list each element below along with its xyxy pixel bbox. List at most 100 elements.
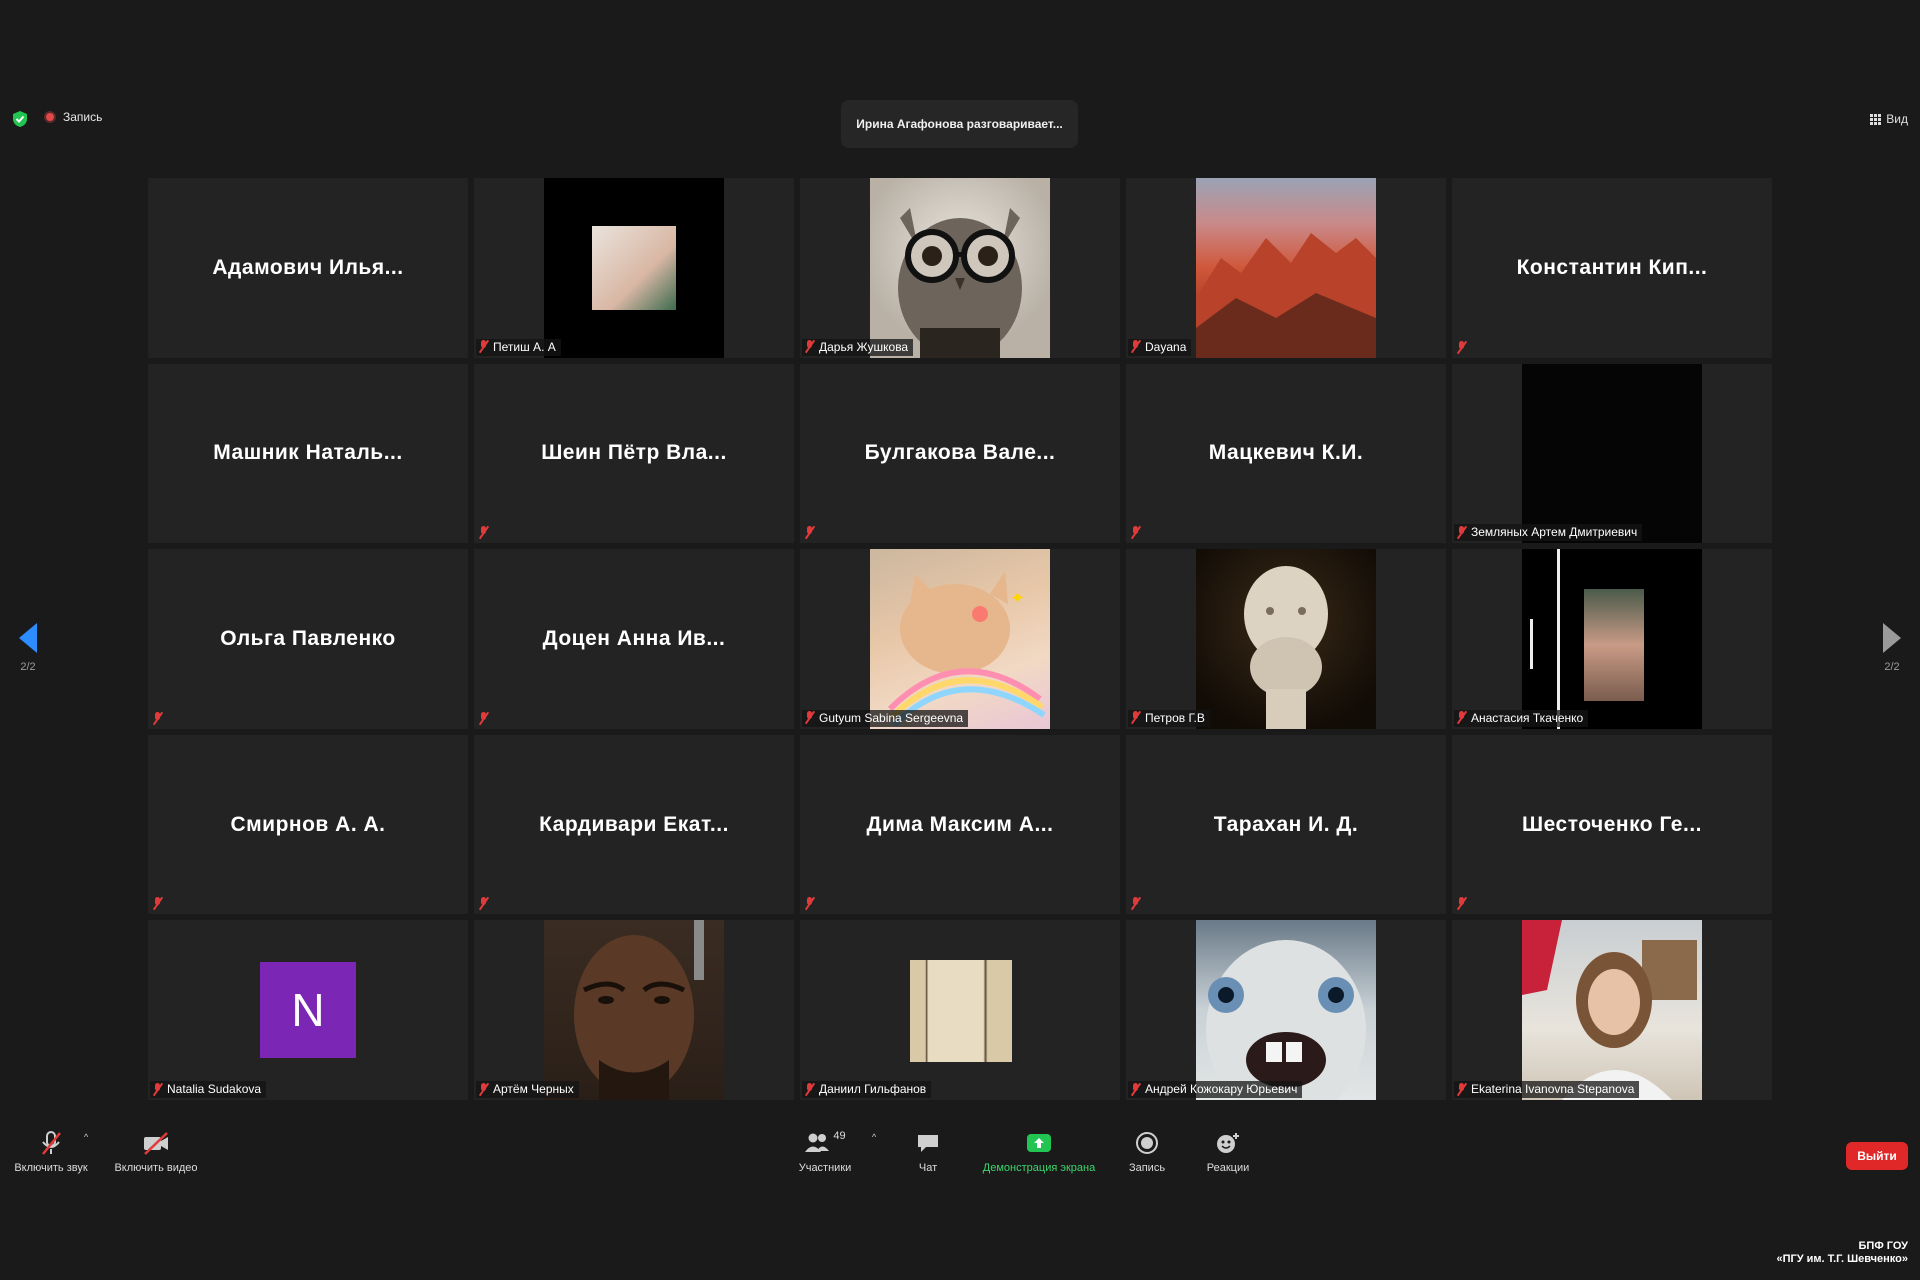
participant-label: Gutyum Sabina Sergeevna [802, 709, 969, 727]
participant-name: Константин Кип... [1516, 255, 1708, 279]
unmute-button[interactable]: Включить звук [10, 1130, 92, 1174]
participant-tile[interactable]: Дарья Жушкова [800, 178, 1120, 358]
participant-label: Петров Г.В [1128, 709, 1210, 727]
participant-label-text: Анастасия Ткаченко [1471, 710, 1584, 725]
participant-tile[interactable]: Дима Максим А... [800, 734, 1120, 915]
participant-tile[interactable]: Петров Г.В [1126, 549, 1446, 729]
view-button[interactable]: Вид [1870, 112, 1908, 126]
share-screen-button[interactable]: Демонстрация экрана [972, 1130, 1106, 1174]
participant-label-text: Земляных Артем Дмитриевич [1471, 525, 1638, 540]
participant-label: Даниил Гильфанов [802, 1081, 932, 1098]
participant-tile[interactable]: Ольга Павленко [148, 549, 468, 729]
participant-tile[interactable]: ✦ Gutyum Sabina Sergeevna [800, 549, 1120, 729]
participants-label: Участники [798, 1162, 852, 1174]
camera-off-icon [144, 1132, 168, 1155]
participant-tile[interactable]: Dayana [1126, 178, 1446, 358]
participant-tile[interactable]: Константин Кип... [1452, 178, 1772, 358]
microphone-off-icon [804, 1082, 815, 1096]
participant-tile[interactable]: Анастасия Ткаченко [1452, 549, 1772, 729]
participant-label: Анастасия Ткаченко [1454, 709, 1589, 727]
participant-tile[interactable]: Машник Наталь... [148, 363, 468, 544]
participant-name: Кардивари Екат... [539, 812, 729, 836]
rabbid-avatar-image [1206, 940, 1366, 1100]
participant-tile[interactable]: Артём Черных [474, 920, 794, 1100]
participant-tile[interactable]: Доцен Анна Ив... [474, 549, 794, 729]
participant-tile[interactable]: Земляных Артем Дмитриевич [1452, 363, 1772, 544]
avatar-letter: N [291, 984, 325, 1037]
active-speaker-banner: Ирина Агафонова разговаривает... [841, 100, 1078, 148]
participant-tile[interactable]: Шеин Пётр Вла... [474, 363, 794, 544]
participant-tile[interactable]: Мацкевич К.И. [1126, 363, 1446, 544]
audio-options-caret[interactable]: ^ [84, 1132, 88, 1142]
participant-tile[interactable]: Андрей Кожокару Юрьевич [1126, 920, 1446, 1100]
next-page-button[interactable]: 2/2 [1872, 623, 1912, 673]
participants-options-caret[interactable]: ^ [872, 1132, 876, 1142]
start-video-label: Включить видео [114, 1162, 198, 1174]
watermark-line2: «ПГУ им. Т.Г. Шевченко» [1776, 1253, 1908, 1265]
bust-avatar-image [1244, 566, 1328, 729]
participant-label [802, 896, 820, 912]
record-dot-icon [1136, 1132, 1158, 1154]
emoji-icon [1217, 1133, 1239, 1153]
participant-label-text: Петиш А. А [493, 339, 556, 354]
participants-button[interactable]: 49 Участники [788, 1130, 862, 1174]
participant-label [476, 525, 494, 541]
microphone-off-icon [1130, 1082, 1141, 1096]
participant-label: Ekaterina Ivanovna Stepanova [1454, 1081, 1640, 1098]
microphone-off-icon [1130, 526, 1141, 539]
participant-label [1128, 896, 1146, 912]
participant-tile[interactable]: Петиш А. А [474, 178, 794, 358]
participant-label-text: Артём Черных [493, 1082, 574, 1096]
reactions-label: Реакции [1206, 1162, 1250, 1174]
participant-label: Артём Черных [476, 1081, 579, 1098]
video-thumbnail [1584, 589, 1644, 702]
participant-tile[interactable]: N Natalia Sudakova [148, 920, 468, 1100]
reactions-button[interactable]: Реакции [1200, 1130, 1256, 1174]
participant-tile[interactable]: Булгакова Вале... [800, 363, 1120, 544]
participant-name: Мацкевич К.И. [1208, 441, 1364, 465]
participant-name: Смирнов А. А. [230, 812, 386, 836]
participant-tile[interactable]: Ekaterina Ivanovna Stepanova [1452, 920, 1772, 1100]
microphone-off-icon [1456, 1082, 1467, 1096]
microphone-off-icon [152, 711, 163, 725]
participant-video [1196, 178, 1376, 358]
participant-tile[interactable]: Шесточенко Ге... [1452, 734, 1772, 915]
video-gallery: Адамович Илья... Петиш А. А Дарья Жушков… [148, 178, 1772, 1100]
microphone-off-icon [1456, 711, 1467, 724]
participant-video [544, 920, 724, 1100]
participant-name: Адамович Илья... [212, 255, 404, 279]
shield-check-icon[interactable] [12, 110, 28, 128]
record-dot-icon [44, 111, 56, 123]
microphone-off-icon [804, 711, 815, 724]
participant-tile[interactable]: Смирнов А. А. [148, 734, 468, 915]
participant-tile[interactable]: Даниил Гильфанов [800, 920, 1120, 1100]
recording-label: Запись [63, 110, 103, 124]
participant-tile[interactable]: Адамович Илья... [148, 178, 468, 358]
chat-button[interactable]: Чат [906, 1130, 950, 1174]
unmute-label: Включить звук [14, 1162, 88, 1174]
recording-indicator[interactable]: Запись [44, 110, 102, 124]
people-icon [805, 1133, 830, 1152]
participant-video [870, 178, 1050, 358]
participant-label-text: Петров Г.В [1145, 710, 1205, 725]
record-button[interactable]: Запись [1122, 1130, 1172, 1174]
microphone-off-icon [1456, 897, 1467, 910]
microphone-off-icon [478, 711, 489, 725]
participant-tile[interactable]: Тарахан И. Д. [1126, 734, 1446, 915]
university-watermark: БПФ ГОУ «ПГУ им. Т.Г. Шевченко» [1776, 1240, 1908, 1266]
owl-avatar-image [898, 208, 1022, 358]
microphone-off-icon [1456, 525, 1467, 539]
microphone-off-icon [152, 897, 163, 910]
participant-tile[interactable]: Кардивари Екат... [474, 734, 794, 915]
participant-label-text: Natalia Sudakova [167, 1082, 262, 1096]
leave-button[interactable]: Выйти [1846, 1142, 1908, 1170]
participant-video [1196, 920, 1376, 1100]
participant-label-text: Gutyum Sabina Sergeevna [819, 710, 964, 725]
participant-name: Шеин Пётр Вла... [541, 441, 727, 465]
participant-label [1128, 525, 1146, 541]
start-video-button[interactable]: Включить видео [108, 1130, 204, 1174]
meeting-top-bar: Запись Ирина Агафонова разговаривает... … [0, 100, 1920, 148]
previous-page-button[interactable]: 2/2 [8, 623, 48, 673]
participant-label [476, 896, 494, 912]
microphone-off-icon [478, 1082, 489, 1096]
